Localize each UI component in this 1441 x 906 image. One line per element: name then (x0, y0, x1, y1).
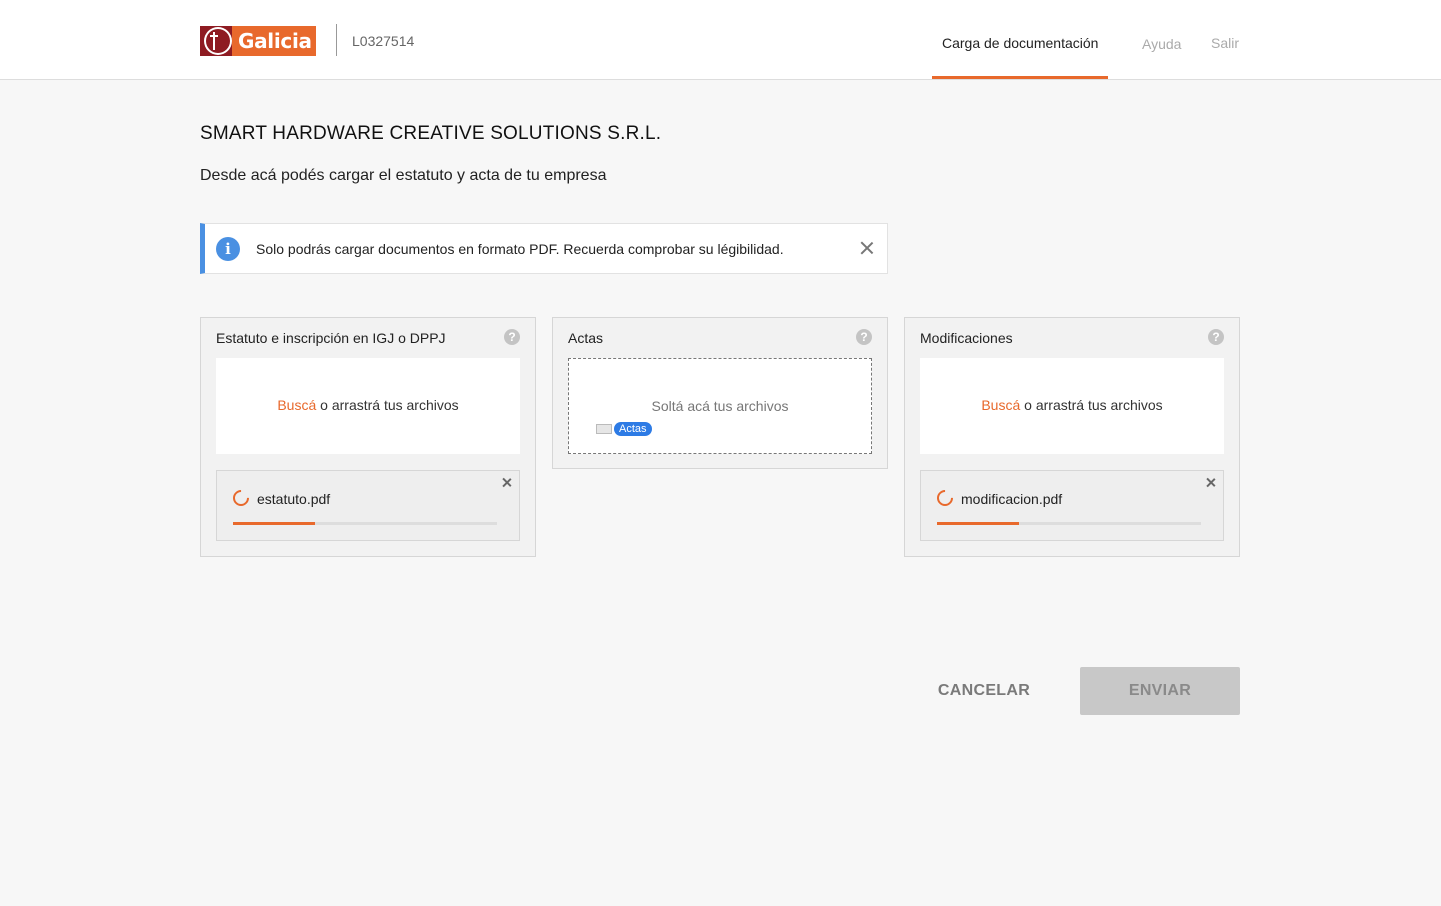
dropzone-text: Buscá o arrastrá tus archivos (920, 397, 1224, 413)
help-icon[interactable]: ? (856, 329, 872, 345)
upload-progress-fill (233, 522, 315, 525)
cancel-button[interactable]: CANCELAR (920, 667, 1048, 715)
help-icon[interactable]: ? (1208, 329, 1224, 345)
drag-badge: Actas (614, 422, 652, 436)
file-dropzone-active[interactable]: Soltá acá tus archivos Actas (568, 358, 872, 454)
card-title: Actas (568, 330, 604, 346)
document-icon (596, 424, 612, 434)
file-name: modificacion.pdf (961, 491, 1063, 507)
upload-progress-bar (233, 522, 497, 525)
card-title: Estatuto e inscripción en IGJ o DPPJ (216, 330, 446, 346)
card-estatuto: Estatuto e inscripción en IGJ o DPPJ ? B… (200, 317, 536, 557)
dropzone-instruction: o arrastrá tus archivos (316, 397, 459, 413)
file-name: estatuto.pdf (257, 491, 331, 507)
nav-ayuda[interactable]: Ayuda (1142, 36, 1181, 52)
user-id: L0327514 (352, 33, 415, 49)
galicia-logo-icon (200, 26, 232, 56)
info-icon: i (216, 237, 240, 261)
upload-progress-fill (937, 522, 1019, 525)
header-divider (336, 24, 337, 56)
file-dropzone[interactable]: Buscá o arrastrá tus archivos (216, 358, 520, 454)
uploading-file: estatuto.pdf (216, 470, 520, 541)
dropzone-text: Buscá o arrastrá tus archivos (216, 397, 520, 413)
browse-link[interactable]: Buscá (981, 397, 1020, 413)
nav-salir[interactable]: Salir (1211, 35, 1239, 51)
page-subtitle: Desde acá podés cargar el estatuto y act… (200, 167, 607, 184)
logo-wordmark: Galicia (232, 26, 316, 56)
remove-file-icon[interactable] (502, 477, 512, 487)
nav-carga-documentacion[interactable]: Carga de documentación (942, 35, 1098, 51)
dragged-file: Actas (596, 422, 652, 436)
card-modificaciones: Modificaciones ? Buscá o arrastrá tus ar… (904, 317, 1240, 557)
upload-progress-bar (937, 522, 1201, 525)
dropzone-instruction: o arrastrá tus archivos (1020, 397, 1163, 413)
loading-spinner-icon (229, 486, 253, 510)
galicia-logo[interactable]: Galicia (200, 26, 316, 56)
loading-spinner-icon (933, 486, 957, 510)
card-title: Modificaciones (920, 330, 1013, 346)
dropzone-drop-text: Soltá acá tus archivos (651, 398, 789, 414)
top-header: Galicia L0327514 Carga de documentación … (0, 0, 1441, 80)
browse-link[interactable]: Buscá (277, 397, 316, 413)
help-icon[interactable]: ? (504, 329, 520, 345)
remove-file-icon[interactable] (1206, 477, 1216, 487)
company-name: SMART HARDWARE CREATIVE SOLUTIONS S.R.L. (200, 123, 662, 144)
active-tab-indicator (932, 76, 1108, 79)
info-banner-text: Solo podrás cargar documentos en formato… (256, 241, 784, 257)
send-button[interactable]: ENVIAR (1080, 667, 1240, 715)
uploading-file: modificacion.pdf (920, 470, 1224, 541)
card-actas: Actas ? Soltá acá tus archivos Actas (552, 317, 888, 469)
close-icon[interactable] (859, 240, 875, 256)
file-dropzone[interactable]: Buscá o arrastrá tus archivos (920, 358, 1224, 454)
info-banner: i Solo podrás cargar documentos en forma… (200, 223, 888, 274)
